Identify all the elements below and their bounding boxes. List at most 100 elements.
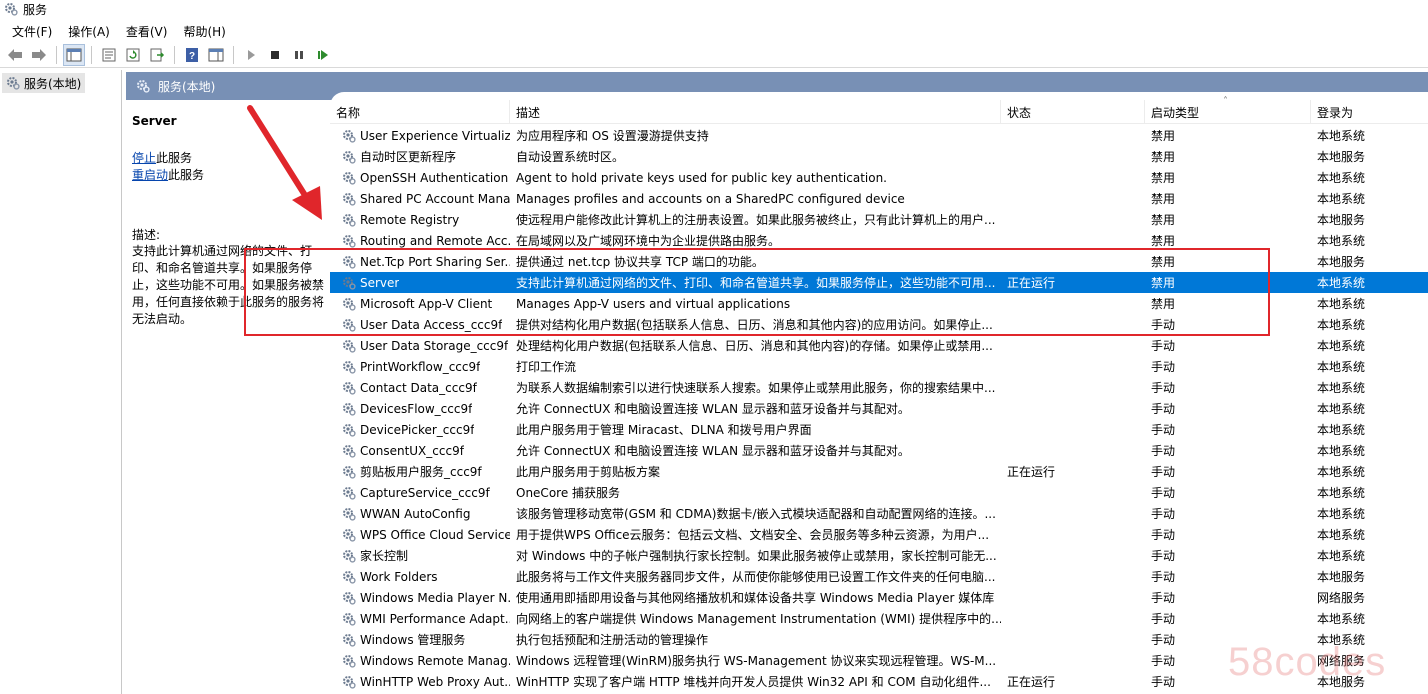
- service-row[interactable]: DevicePicker_ccc9f 此用户服务用于管理 Miracast、DLN…: [330, 419, 1428, 440]
- service-gear-icon: [343, 507, 356, 521]
- service-row[interactable]: Routing and Remote Acc... 在局域网以及广域网环境中为企业…: [330, 230, 1428, 251]
- services-list: 名称 描述 状态 启动类型 ˄ 登录为 User Experience Virt…: [330, 92, 1428, 694]
- properties-icon: [102, 48, 116, 61]
- stop-link-suffix: 此服务: [156, 151, 193, 165]
- start-service-button[interactable]: [240, 44, 262, 66]
- column-header-logon-as[interactable]: 登录为: [1311, 100, 1428, 124]
- column-header-label: 登录为: [1317, 105, 1354, 120]
- menu-view[interactable]: 查看(V): [118, 23, 176, 40]
- service-logon-as: 本地系统: [1317, 528, 1366, 542]
- service-row[interactable]: WMI Performance Adapt... 向网络上的客户端提供 Windo…: [330, 608, 1428, 629]
- column-header-label: 状态: [1007, 105, 1032, 120]
- service-name-cell: ConsentUX_ccc9f: [330, 444, 510, 458]
- service-description: 为联系人数据编制索引以进行快速联系人搜索。如果停止或禁用此服务，你的搜索结果中.…: [516, 381, 996, 395]
- service-row[interactable]: Shared PC Account Mana... Manages profile…: [330, 188, 1428, 209]
- service-name-cell: OpenSSH Authentication ...: [330, 171, 510, 185]
- service-logon-as: 本地服务: [1317, 570, 1366, 584]
- stop-service-link[interactable]: 停止: [132, 151, 156, 165]
- service-row[interactable]: Net.Tcp Port Sharing Ser... 提供通过 net.tcp …: [330, 251, 1428, 272]
- service-row[interactable]: User Data Storage_ccc9f 处理结构化用户数据(包括联系人信息…: [330, 335, 1428, 356]
- restart-service-link[interactable]: 重启动: [132, 168, 168, 182]
- refresh-button[interactable]: [122, 44, 144, 66]
- service-startup-type: 手动: [1151, 339, 1176, 353]
- properties-button[interactable]: [98, 44, 120, 66]
- service-name-cell: Windows Media Player N...: [330, 591, 510, 605]
- service-row[interactable]: 剪贴板用户服务_ccc9f 此用户服务用于剪贴板方案 正在运行 手动 本地系统: [330, 461, 1428, 482]
- service-description: 使远程用户能修改此计算机上的注册表设置。如果此服务被终止，只有此计算机上的用户.…: [516, 213, 996, 227]
- service-row[interactable]: Windows Media Player N... 使用通用即插即用设备与其他网络…: [330, 587, 1428, 608]
- service-row[interactable]: WWAN AutoConfig 该服务管理移动宽带(GSM 和 CDMA)数据卡/…: [330, 503, 1428, 524]
- selected-service-name: Server: [132, 114, 177, 128]
- service-startup-type: 手动: [1151, 318, 1176, 332]
- service-startup-type: 手动: [1151, 612, 1176, 626]
- service-startup-type: 手动: [1151, 381, 1176, 395]
- service-logon-as: 本地系统: [1317, 465, 1366, 479]
- service-row[interactable]: User Experience Virtualiz... 为应用程序和 OS 设置…: [330, 125, 1428, 146]
- service-row[interactable]: PrintWorkflow_ccc9f 打印工作流 手动 本地系统: [330, 356, 1428, 377]
- service-startup-type: 手动: [1151, 402, 1176, 416]
- service-name-cell: Work Folders: [330, 570, 510, 584]
- service-row[interactable]: Server 支持此计算机通过网络的文件、打印、和命名管道共享。如果服务停止，这些…: [330, 272, 1428, 293]
- service-name-cell: CaptureService_ccc9f: [330, 486, 510, 500]
- tree-item-services-local[interactable]: 服务(本地): [2, 73, 86, 93]
- service-logon-as: 网络服务: [1317, 591, 1366, 605]
- service-row[interactable]: 家长控制 对 Windows 中的子帐户强制执行家长控制。如果此服务被停止或禁用，…: [330, 545, 1428, 566]
- service-description: 执行包括预配和注册活动的管理操作: [516, 633, 709, 647]
- column-header-description[interactable]: 描述: [510, 100, 1001, 124]
- forward-button[interactable]: [28, 44, 50, 66]
- service-row[interactable]: OpenSSH Authentication ... Agent to hold …: [330, 167, 1428, 188]
- service-name: Work Folders: [360, 569, 438, 584]
- service-row[interactable]: Work Folders 此服务将与工作文件夹服务器同步文件，从而使你能够使用已设…: [330, 566, 1428, 587]
- service-name-cell: Server: [330, 276, 510, 290]
- service-gear-icon: [343, 339, 356, 353]
- service-row[interactable]: Contact Data_ccc9f 为联系人数据编制索引以进行快速联系人搜索。如…: [330, 377, 1428, 398]
- service-gear-icon: [343, 381, 356, 395]
- service-description: Manages App-V users and virtual applicat…: [516, 296, 791, 311]
- column-header-label: 名称: [336, 105, 361, 120]
- service-row[interactable]: CaptureService_ccc9f OneCore 捕获服务 手动 本地系统: [330, 482, 1428, 503]
- services-rows: User Experience Virtualiz... 为应用程序和 OS 设置…: [330, 125, 1428, 692]
- service-row[interactable]: Microsoft App-V Client Manages App-V user…: [330, 293, 1428, 314]
- back-arrow-icon: [8, 48, 22, 61]
- services-gear-icon: [137, 80, 150, 93]
- service-row[interactable]: Remote Registry 使远程用户能修改此计算机上的注册表设置。如果此服务…: [330, 209, 1428, 230]
- restart-service-button[interactable]: [312, 44, 334, 66]
- help-button[interactable]: ?: [181, 44, 203, 66]
- service-gear-icon: [343, 465, 356, 479]
- menu-file[interactable]: 文件(F): [4, 23, 60, 40]
- service-name: Microsoft App-V Client: [360, 296, 493, 311]
- service-row[interactable]: User Data Access_ccc9f 提供对结构化用户数据(包括联系人信息…: [330, 314, 1428, 335]
- service-gear-icon: [343, 675, 356, 689]
- service-name-cell: Contact Data_ccc9f: [330, 381, 510, 395]
- export-list-button[interactable]: [146, 44, 168, 66]
- show-console-tree-button[interactable]: [63, 43, 85, 66]
- menu-help[interactable]: 帮助(H): [175, 23, 233, 40]
- service-row[interactable]: WPS Office Cloud Service 用于提供WPS Office云服…: [330, 524, 1428, 545]
- service-name: Windows 管理服务: [360, 633, 466, 647]
- service-row[interactable]: 自动时区更新程序 自动设置系统时区。 禁用 本地服务: [330, 146, 1428, 167]
- column-header-status[interactable]: 状态: [1001, 100, 1145, 124]
- service-description: 此用户服务用于剪贴板方案: [516, 465, 661, 479]
- service-logon-as: 本地系统: [1317, 507, 1366, 521]
- action-pane-button[interactable]: [205, 44, 227, 66]
- service-gear-icon: [343, 318, 356, 332]
- service-row[interactable]: ConsentUX_ccc9f 允许 ConnectUX 和电脑设置连接 WLAN…: [330, 440, 1428, 461]
- stop-service-button[interactable]: [264, 44, 286, 66]
- console-tree: 服务(本地): [0, 70, 122, 694]
- service-name-cell: WWAN AutoConfig: [330, 507, 510, 521]
- back-button[interactable]: [4, 44, 26, 66]
- pause-service-button[interactable]: [288, 44, 310, 66]
- service-name-cell: 剪贴板用户服务_ccc9f: [330, 463, 510, 480]
- service-name: WMI Performance Adapt...: [360, 611, 510, 626]
- service-row[interactable]: DevicesFlow_ccc9f 允许 ConnectUX 和电脑设置连接 WL…: [330, 398, 1428, 419]
- service-logon-as: 本地系统: [1317, 486, 1366, 500]
- menu-action[interactable]: 操作(A): [60, 23, 118, 40]
- column-header-startup-type[interactable]: 启动类型 ˄: [1145, 96, 1311, 124]
- service-name-cell: Windows Remote Manag...: [330, 654, 510, 668]
- service-description: 此服务将与工作文件夹服务器同步文件，从而使你能够使用已设置工作文件夹的任何电脑.…: [516, 570, 996, 584]
- service-name: DevicePicker_ccc9f: [360, 422, 475, 437]
- service-logon-as: 本地系统: [1317, 318, 1366, 332]
- menu-bar: 文件(F) 操作(A) 查看(V) 帮助(H): [0, 20, 234, 42]
- column-header-name[interactable]: 名称: [330, 100, 510, 124]
- service-description: 支持此计算机通过网络的文件、打印、和命名管道共享。如果服务停止，这些功能不可用.…: [516, 276, 996, 290]
